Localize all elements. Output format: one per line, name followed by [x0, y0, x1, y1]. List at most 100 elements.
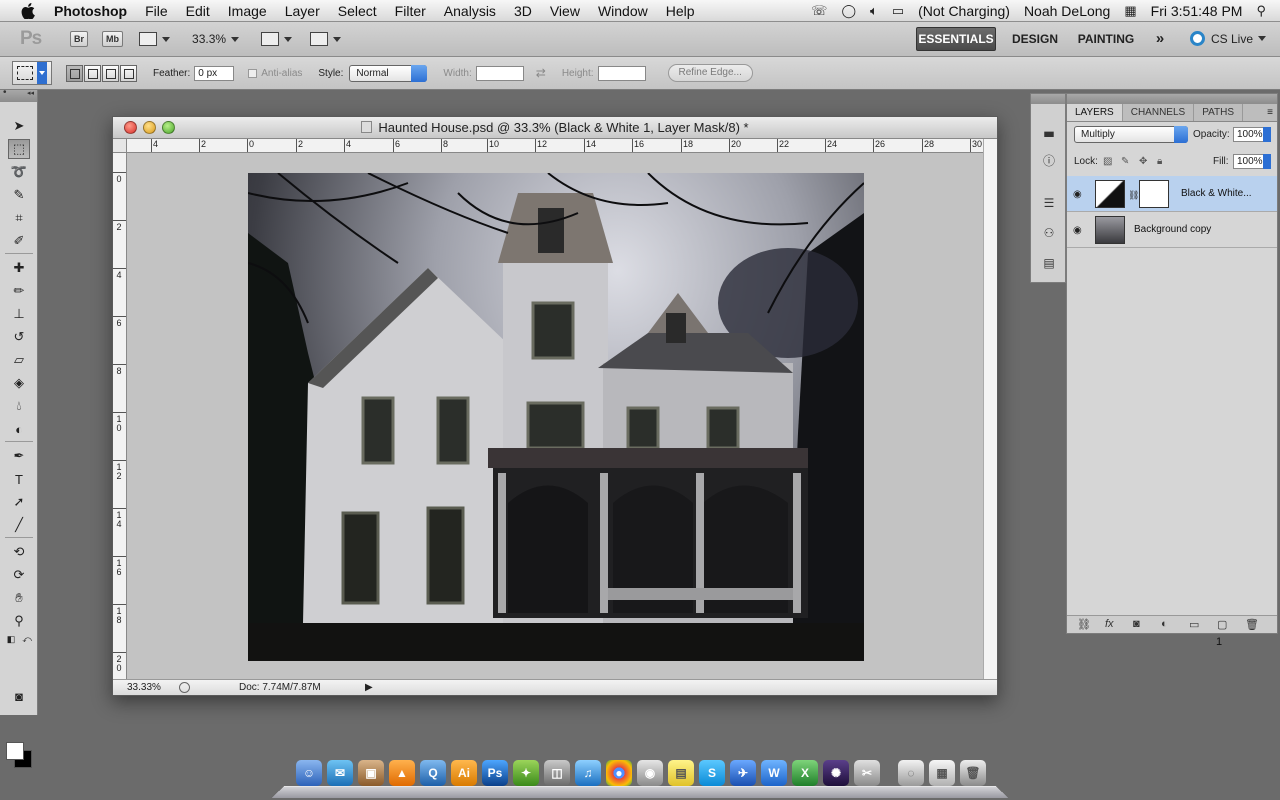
adjustment-layer-thumbnail[interactable] [1095, 180, 1125, 208]
view-extras-icon[interactable] [139, 32, 158, 46]
quick-selection-tool-icon[interactable]: ✎ [8, 185, 30, 205]
zoom-window-button[interactable] [162, 121, 175, 134]
status-zoom-level[interactable]: 33.33% [127, 682, 161, 693]
lock-position-icon[interactable]: ✥ [1139, 156, 1147, 167]
path-selection-tool-icon[interactable]: ➚ [8, 492, 30, 512]
brush-tool-icon[interactable]: ✏ [8, 281, 30, 301]
spotlight-search-icon[interactable]: ⚲ [1256, 3, 1266, 19]
documents-stack-icon[interactable]: ▦ [929, 760, 955, 786]
3d-rotate-tool-icon[interactable]: ⟲ [8, 542, 30, 562]
word-icon[interactable]: W [761, 760, 787, 786]
type-tool-icon[interactable]: T [8, 469, 30, 489]
panel-menu-icon[interactable]: ≡ [1267, 104, 1277, 121]
lock-all-icon[interactable]: 🔒︎ [1157, 156, 1162, 167]
launch-bridge-button[interactable]: Br [70, 31, 89, 47]
screen-mode-icon[interactable] [310, 32, 329, 46]
menu-layer[interactable]: Layer [276, 3, 329, 19]
new-group-icon[interactable]: ▭ [1189, 618, 1199, 631]
photo-booth-icon[interactable]: ◫ [544, 760, 570, 786]
blend-mode-select[interactable]: Multiply [1074, 126, 1188, 143]
lasso-tool-icon[interactable]: ➰ [8, 162, 30, 182]
canvas-image[interactable] [248, 173, 864, 661]
lock-image-pixels-icon[interactable]: ✎ [1121, 156, 1129, 167]
paint-bucket-tool-icon[interactable]: ◈ [8, 373, 30, 393]
menu-window[interactable]: Window [589, 3, 657, 19]
eyedropper-tool-icon[interactable]: ✐ [8, 231, 30, 251]
quicktime-icon[interactable]: Q [420, 760, 446, 786]
camera-icon[interactable]: ◉ [637, 760, 663, 786]
add-mask-icon[interactable]: ◙ [1133, 618, 1140, 630]
new-layer-icon[interactable]: ▢ [1217, 618, 1227, 631]
chevron-down-icon[interactable] [231, 36, 240, 42]
tab-channels[interactable]: CHANNELS [1123, 104, 1195, 121]
subtract-from-selection-icon[interactable] [102, 64, 119, 82]
layer-row-black-white[interactable]: ◉ ⛓ Black & White... [1067, 176, 1277, 212]
itunes-visualizer-icon[interactable]: ✺ [823, 760, 849, 786]
intersect-selection-icon[interactable] [120, 64, 137, 82]
eraser-tool-icon[interactable]: ▱ [8, 350, 30, 370]
swap-colors-icon[interactable]: ⤺ [20, 633, 34, 645]
tool-preset-picker[interactable] [12, 61, 52, 85]
user-name[interactable]: Noah DeLong [1017, 3, 1117, 19]
trash-icon[interactable]: 🗑︎ [960, 760, 986, 786]
tab-layers[interactable]: LAYERS [1067, 104, 1123, 121]
chevron-down-icon[interactable] [284, 36, 293, 42]
launch-mini-bridge-button[interactable]: Mb [102, 31, 124, 47]
workspace-essentials-button[interactable]: ESSENTIALS [916, 27, 996, 51]
cs-live-button[interactable]: CS Live [1190, 31, 1267, 46]
width-input[interactable] [475, 65, 524, 81]
close-window-button[interactable] [124, 121, 137, 134]
feather-input[interactable]: 0 px [194, 65, 235, 81]
vertical-ruler[interactable]: 0 2 4 6 8 10 12 14 16 18 20 [113, 153, 127, 681]
workspace-design-button[interactable]: DESIGN [1010, 27, 1060, 51]
add-to-selection-icon[interactable] [84, 64, 101, 82]
delete-layer-icon[interactable]: 🗑︎ [1245, 618, 1259, 631]
chat-bubble-icon[interactable]: ◯ [841, 3, 856, 19]
illustrator-icon[interactable]: Ai [451, 760, 477, 786]
photoshop-dock-icon[interactable]: Ps [482, 760, 508, 786]
rectangular-marquee-tool-icon[interactable]: ⬚ [8, 139, 30, 159]
menu-analysis[interactable]: Analysis [435, 3, 505, 19]
visibility-eye-icon[interactable]: ◉ [1073, 189, 1082, 200]
history-brush-tool-icon[interactable]: ↺ [8, 327, 30, 347]
apple-icon[interactable] [18, 1, 38, 21]
utility-icon[interactable]: ✂ [854, 760, 880, 786]
volume-icon[interactable]: 🔈︎ [870, 3, 878, 19]
fill-input[interactable]: 100% [1233, 154, 1271, 169]
menu-3d[interactable]: 3D [505, 3, 541, 19]
swap-dimensions-icon[interactable]: ⇄ [536, 66, 546, 80]
menu-image[interactable]: Image [219, 3, 276, 19]
panel-strip-header[interactable] [1031, 94, 1065, 104]
pen-tool-icon[interactable]: ✒ [8, 446, 30, 466]
adjustments-icon[interactable]: ☰ [1039, 194, 1059, 212]
vertical-scrollbar[interactable] [983, 139, 997, 681]
excel-icon[interactable]: X [792, 760, 818, 786]
default-colors-icon[interactable]: ◧ [4, 633, 18, 645]
crop-tool-icon[interactable]: ⌗ [8, 208, 30, 228]
clock[interactable]: Fri 3:51:48 PM [1144, 3, 1250, 19]
document-title-bar[interactable]: Haunted House.psd @ 33.3% (Black & White… [113, 117, 997, 139]
link-layers-icon[interactable]: ⛓ [1077, 618, 1091, 631]
horizontal-ruler[interactable]: 4 2 0 2 4 6 8 10 12 14 16 18 20 22 24 26… [127, 139, 983, 153]
quick-mask-icon[interactable]: ◙ [8, 686, 30, 706]
workspace-painting-button[interactable]: PAINTING [1075, 27, 1137, 51]
calendar-icon[interactable]: ▦ [1124, 3, 1136, 19]
phone-icon[interactable]: ☏ [811, 3, 827, 19]
refine-edge-button[interactable]: Refine Edge... [667, 64, 753, 82]
foreground-color-swatch[interactable] [6, 742, 24, 760]
clone-stamp-tool-icon[interactable]: ⊥ [8, 304, 30, 324]
lock-transparent-pixels-icon[interactable]: ▨ [1103, 156, 1112, 167]
new-selection-icon[interactable] [66, 64, 83, 82]
opacity-input[interactable]: 100% [1233, 127, 1271, 142]
new-adjustment-layer-icon[interactable]: ◐ [1161, 618, 1168, 630]
battery-icon[interactable]: ▭ [892, 3, 904, 19]
tab-paths[interactable]: PATHS [1194, 104, 1244, 121]
minimize-window-button[interactable] [143, 121, 156, 134]
ruler-origin[interactable] [113, 139, 127, 153]
blur-tool-icon[interactable]: 💧︎ [8, 396, 30, 416]
tools-panel-header[interactable] [0, 87, 37, 102]
mask-link-icon[interactable]: ⛓ [1128, 190, 1139, 201]
brush-presets-icon[interactable]: ▤ [1039, 254, 1059, 272]
arrange-documents-icon[interactable] [261, 32, 280, 46]
skype-icon[interactable]: S [699, 760, 725, 786]
